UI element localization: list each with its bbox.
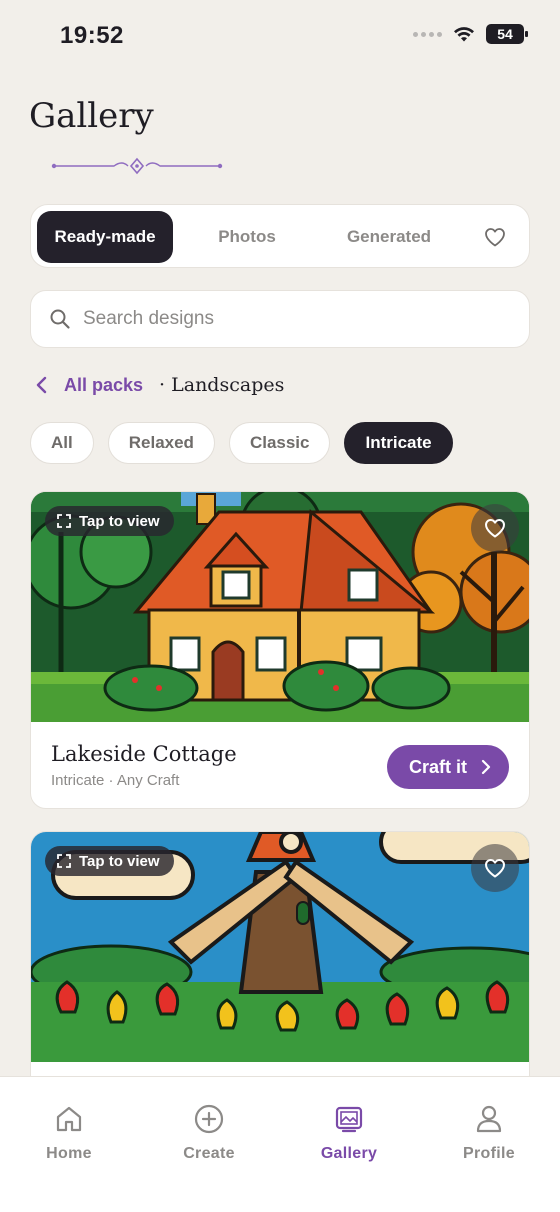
breadcrumb-all-packs-link[interactable]: All packs bbox=[64, 375, 143, 396]
heart-icon bbox=[485, 859, 505, 878]
tab-gallery-label: Gallery bbox=[320, 1145, 378, 1162]
search-input[interactable] bbox=[31, 291, 529, 347]
tab-home[interactable]: Home bbox=[9, 1103, 129, 1163]
craft-it-button[interactable]: Craft it bbox=[387, 745, 509, 789]
chevron-right-icon bbox=[481, 759, 491, 775]
status-bar: 19:52 54 bbox=[0, 0, 560, 74]
tab-profile-label: Profile bbox=[463, 1145, 515, 1162]
tap-to-view-label: Tap to view bbox=[79, 852, 160, 870]
chip-relaxed[interactable]: Relaxed bbox=[107, 422, 215, 464]
tab-generated[interactable]: Generated bbox=[321, 211, 457, 263]
favorite-button[interactable] bbox=[471, 844, 519, 892]
signal-icon bbox=[413, 31, 442, 37]
craft-it-label: Craft it bbox=[409, 756, 467, 777]
design-preview-image[interactable]: Tap to view bbox=[31, 832, 529, 1062]
design-card[interactable]: Tap to view bbox=[30, 831, 530, 1091]
chevron-left-icon[interactable] bbox=[34, 375, 50, 395]
tab-gallery[interactable]: Gallery bbox=[289, 1103, 409, 1163]
tab-profile[interactable]: Profile bbox=[429, 1103, 549, 1163]
status-indicators: 54 bbox=[413, 24, 528, 44]
tab-home-label: Home bbox=[46, 1145, 92, 1162]
search-bar bbox=[30, 290, 530, 348]
source-segmented-control: Ready-made Photos Generated bbox=[30, 204, 530, 268]
heart-icon bbox=[485, 519, 505, 538]
home-icon bbox=[56, 1106, 82, 1132]
status-time: 19:52 bbox=[60, 22, 124, 49]
bottom-tab-bar: Home Create Gallery Profile bbox=[0, 1076, 560, 1212]
tab-photos[interactable]: Photos bbox=[179, 211, 315, 263]
plus-circle-icon bbox=[194, 1104, 224, 1134]
page-title: Gallery bbox=[29, 96, 154, 136]
title-ornament bbox=[51, 157, 223, 175]
chip-all[interactable]: All bbox=[30, 422, 94, 464]
search-icon bbox=[50, 309, 70, 329]
design-title: Lakeside Cottage bbox=[51, 742, 237, 766]
design-card[interactable]: Tap to view Lakeside Cottage Intricate ·… bbox=[30, 491, 530, 809]
favorite-button[interactable] bbox=[471, 504, 519, 552]
breadcrumb: All packs · Landscapes bbox=[34, 370, 284, 400]
tap-to-view-button[interactable]: Tap to view bbox=[45, 506, 174, 536]
expand-icon bbox=[57, 854, 71, 868]
tab-create[interactable]: Create bbox=[149, 1103, 269, 1163]
breadcrumb-current: · Landscapes bbox=[159, 374, 285, 396]
wifi-icon bbox=[454, 27, 474, 42]
difficulty-filter-chips: All Relaxed Classic Intricate bbox=[30, 422, 453, 464]
chip-intricate[interactable]: Intricate bbox=[344, 422, 453, 464]
expand-icon bbox=[57, 514, 71, 528]
design-meta: Intricate · Any Craft bbox=[51, 772, 180, 789]
tab-ready-made[interactable]: Ready-made bbox=[37, 211, 173, 263]
design-preview-image[interactable]: Tap to view bbox=[31, 492, 529, 722]
favorites-heart-icon[interactable] bbox=[483, 225, 507, 249]
tab-create-label: Create bbox=[183, 1145, 235, 1162]
gallery-icon bbox=[335, 1106, 363, 1133]
tap-to-view-button[interactable]: Tap to view bbox=[45, 846, 174, 876]
chip-classic[interactable]: Classic bbox=[228, 422, 331, 464]
tap-to-view-label: Tap to view bbox=[79, 512, 160, 530]
profile-icon bbox=[476, 1105, 502, 1133]
battery-indicator: 54 bbox=[486, 24, 528, 44]
